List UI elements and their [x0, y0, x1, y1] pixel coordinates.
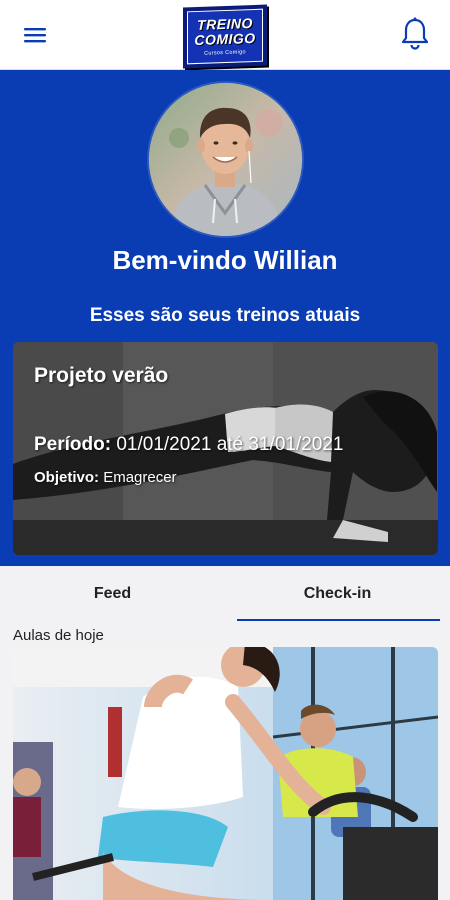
- period-label: Período:: [34, 434, 112, 455]
- app-logo: TREINO COMIGO Cursos Comigo: [183, 4, 267, 69]
- tab-check-in[interactable]: Check-in: [225, 576, 450, 622]
- tab-feed[interactable]: Feed: [0, 576, 225, 622]
- goal-value: Emagrecer: [103, 469, 177, 486]
- class-card[interactable]: [13, 647, 438, 900]
- user-avatar[interactable]: [149, 83, 302, 236]
- workout-title: Projeto verão: [34, 364, 169, 387]
- class-card-photo: [13, 647, 438, 900]
- hamburger-menu-icon[interactable]: [22, 22, 48, 48]
- welcome-heading: Bem-vindo Willian: [112, 245, 338, 275]
- active-tab-indicator: [237, 619, 440, 621]
- workout-card[interactable]: Projeto verão Período: 01/01/2021 até 31…: [13, 342, 438, 555]
- period-value: 01/01/2021 até 31/01/2021: [116, 434, 344, 455]
- tab-bar: Feed Check-in: [0, 576, 450, 622]
- workout-period: Período: 01/01/2021 até 31/01/2021: [34, 434, 344, 456]
- current-workouts-subtitle: Esses são seus treinos atuais: [89, 305, 361, 326]
- todays-classes-heading: Aulas de hoje: [13, 627, 104, 644]
- workout-goal: Objetivo: Emagrecer: [34, 469, 177, 486]
- profile-hero: Bem-vindo Willian Esses são seus treinos…: [0, 70, 450, 566]
- top-app-bar: TREINO COMIGO Cursos Comigo: [0, 0, 450, 70]
- logo-text-line2: COMIGO: [194, 29, 256, 49]
- bell-icon[interactable]: [400, 16, 430, 52]
- goal-label: Objetivo:: [34, 469, 100, 486]
- logo-tagline: Cursos Comigo: [204, 49, 246, 57]
